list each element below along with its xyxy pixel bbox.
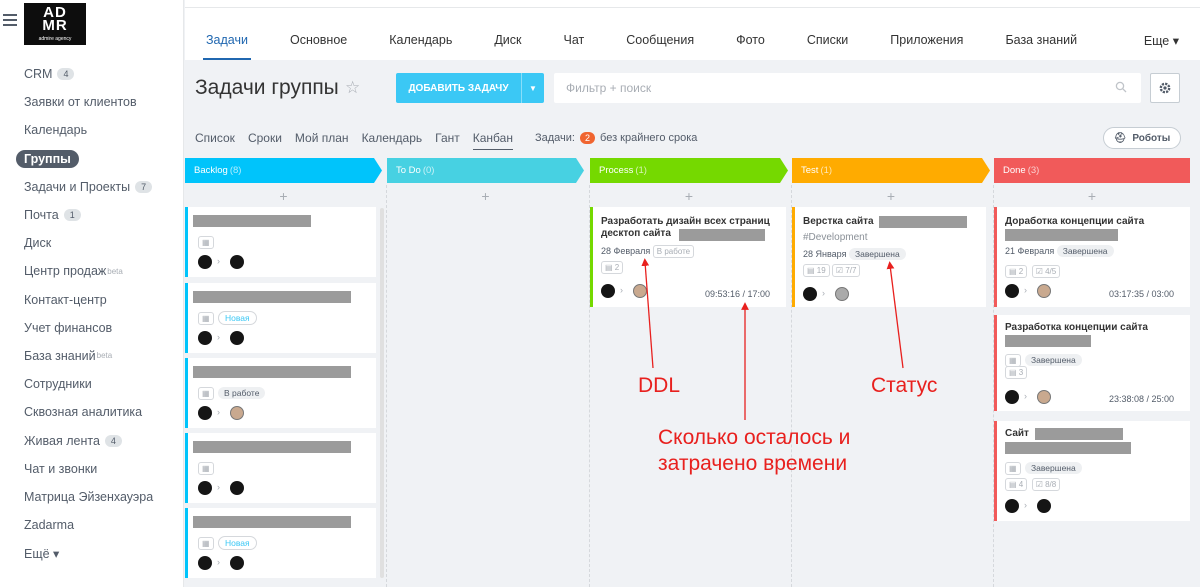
annotation-arrows bbox=[641, 258, 904, 420]
annotation-ddl: DDL bbox=[638, 374, 681, 397]
annotation-time: Сколько осталось и затрачено времени bbox=[658, 426, 851, 475]
annotation-status: Статус bbox=[871, 374, 938, 397]
